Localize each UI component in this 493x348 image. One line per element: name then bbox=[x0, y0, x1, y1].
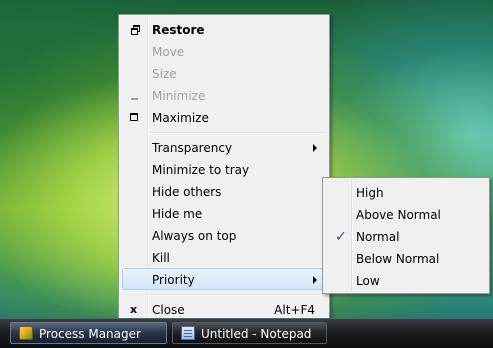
menu-item-label: Transparency bbox=[152, 141, 233, 155]
submenu-arrow-icon bbox=[313, 276, 317, 284]
taskbar-button-label: Process Manager bbox=[39, 327, 141, 341]
taskbar-button-label: Untitled - Notepad bbox=[201, 327, 312, 341]
menu-item-hide-me[interactable]: Hide me bbox=[122, 202, 326, 224]
menu-item-transparency[interactable]: Transparency bbox=[122, 136, 326, 158]
menu-item-label: Low bbox=[356, 274, 380, 288]
menu-item-label: Maximize bbox=[152, 111, 209, 125]
menu-item-label: Size bbox=[152, 67, 177, 81]
menu-item-label: Minimize bbox=[152, 89, 206, 103]
menu-item-label: Restore bbox=[152, 23, 205, 37]
priority-low[interactable]: Low bbox=[326, 269, 486, 291]
menu-item-minimize-to-tray[interactable]: Minimize to tray bbox=[122, 158, 326, 180]
menu-item-label: Above Normal bbox=[356, 208, 441, 222]
menu-item-label: Move bbox=[152, 45, 185, 59]
restore-icon bbox=[131, 25, 140, 35]
taskbar: Process Manager Untitled - Notepad bbox=[0, 318, 493, 348]
menu-item-label: Hide others bbox=[152, 185, 222, 199]
submenu-arrow-icon bbox=[313, 144, 317, 152]
menu-item-close[interactable]: x Close Alt+F4 bbox=[122, 298, 326, 320]
priority-submenu: High Above Normal ✓ Normal Below Normal … bbox=[322, 177, 490, 294]
menu-item-move[interactable]: Move bbox=[122, 40, 326, 62]
menu-item-label: Always on top bbox=[152, 229, 237, 243]
menu-item-maximize[interactable]: Maximize bbox=[122, 106, 326, 128]
minimize-icon bbox=[131, 98, 138, 100]
taskbar-button-notepad[interactable]: Untitled - Notepad bbox=[172, 322, 327, 344]
menu-item-always-on-top[interactable]: Always on top bbox=[122, 224, 326, 246]
priority-normal[interactable]: ✓ Normal bbox=[326, 225, 486, 247]
menu-separator bbox=[150, 294, 326, 296]
menu-item-priority[interactable]: Priority bbox=[122, 268, 326, 290]
menu-item-kill[interactable]: Kill bbox=[122, 246, 326, 268]
priority-above-normal[interactable]: Above Normal bbox=[326, 203, 486, 225]
taskbar-button-process-manager[interactable]: Process Manager bbox=[10, 322, 167, 344]
menu-item-label: Normal bbox=[356, 230, 400, 244]
menu-item-hide-others[interactable]: Hide others bbox=[122, 180, 326, 202]
menu-separator bbox=[150, 132, 326, 134]
menu-item-minimize[interactable]: Minimize bbox=[122, 84, 326, 106]
checkmark-icon: ✓ bbox=[335, 229, 347, 245]
menu-item-label: Hide me bbox=[152, 207, 203, 221]
maximize-icon bbox=[130, 113, 138, 121]
menu-item-label: Kill bbox=[152, 251, 170, 265]
notepad-icon bbox=[181, 326, 195, 340]
menu-item-label: Minimize to tray bbox=[152, 163, 250, 177]
window-context-menu: Restore Move Size Minimize Maximize Tran… bbox=[118, 14, 330, 324]
menu-item-label: Priority bbox=[152, 273, 195, 287]
menu-item-size[interactable]: Size bbox=[122, 62, 326, 84]
menu-item-restore[interactable]: Restore bbox=[122, 18, 326, 40]
menu-item-label: Below Normal bbox=[356, 252, 440, 266]
process-manager-icon bbox=[19, 326, 33, 340]
priority-high[interactable]: High bbox=[326, 181, 486, 203]
priority-below-normal[interactable]: Below Normal bbox=[326, 247, 486, 269]
menu-item-label: High bbox=[356, 186, 384, 200]
